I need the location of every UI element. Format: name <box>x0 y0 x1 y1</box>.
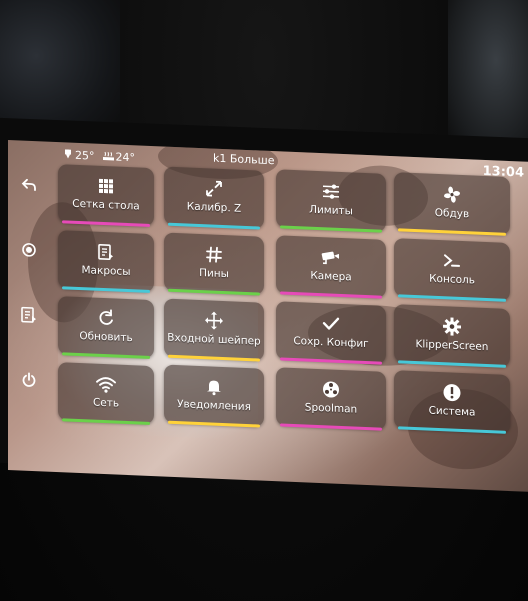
menu-tile-macro[interactable]: Макросы <box>58 230 154 293</box>
tile-label: Сохр. Конфиг <box>293 334 369 351</box>
tile-label: Макросы <box>81 264 131 279</box>
wifi-icon <box>95 373 117 396</box>
extruder-temp[interactable]: 25° <box>63 148 95 162</box>
menu-tile-refresh[interactable]: Обновить <box>58 296 154 359</box>
tile-label: Spoolman <box>304 401 358 416</box>
home-button[interactable] <box>18 240 40 263</box>
refresh-icon <box>97 307 115 330</box>
tile-label: Сеть <box>92 396 120 410</box>
tile-accent-bar <box>168 222 260 230</box>
bed-temp[interactable]: 24° <box>102 149 136 164</box>
menu-tile-hash[interactable]: Пины <box>164 232 264 296</box>
photo-scene: 25° 24° k1 Больше 13:04 Сетка стола Калиб… <box>0 0 528 601</box>
gear-icon <box>442 315 462 338</box>
tile-label: KlipperScreen <box>415 338 489 354</box>
tile-accent-bar <box>398 360 506 368</box>
grid-icon <box>97 175 115 198</box>
tile-label: Лимиты <box>309 203 353 218</box>
spool-icon <box>321 378 341 401</box>
menu-tile-camera[interactable]: Камера <box>276 235 386 299</box>
tile-label: Обновить <box>79 329 133 345</box>
sliders-icon <box>321 180 341 203</box>
z-calibrate-icon <box>204 177 224 200</box>
extruder-icon <box>65 149 71 159</box>
printer-title: k1 Больше <box>213 151 275 168</box>
heated-bed-icon <box>102 151 114 161</box>
tile-label: Обдув <box>434 206 470 221</box>
macro-shortcut-button[interactable] <box>18 305 40 328</box>
menu-tile-gear[interactable]: KlipperScreen <box>394 304 510 368</box>
back-button[interactable] <box>18 175 40 198</box>
console-icon <box>442 249 462 272</box>
menu-tile-wifi[interactable]: Сеть <box>58 362 154 425</box>
menu-tile-move[interactable]: Входной шейпер <box>164 298 264 362</box>
tile-accent-bar <box>280 291 382 299</box>
tile-label: Консоль <box>429 272 475 287</box>
tile-label: Калибр. Z <box>186 200 242 215</box>
tile-label: Система <box>428 404 476 419</box>
menu-tile-grid[interactable]: Сетка стола <box>58 164 154 227</box>
check-icon <box>321 312 341 335</box>
bell-icon <box>205 375 223 398</box>
tile-label: Пины <box>199 267 229 281</box>
sidebar <box>8 160 50 462</box>
klipperscreen-display: 25° 24° k1 Больше 13:04 Сетка стола Калиб… <box>8 140 528 492</box>
tile-label: Входной шейпер <box>167 331 261 348</box>
tile-accent-bar <box>280 423 382 431</box>
menu-tile-sliders[interactable]: Лимиты <box>276 169 386 233</box>
power-button[interactable] <box>18 370 40 393</box>
tile-accent-bar <box>280 357 382 365</box>
extruder-temp-value: 25° <box>75 148 95 163</box>
menu-tile-check[interactable]: Сохр. Конфиг <box>276 301 386 365</box>
info-icon <box>442 381 462 404</box>
power-icon <box>21 372 37 393</box>
menu-tile-z-calibrate[interactable]: Калибр. Z <box>164 166 264 230</box>
tile-label: Камера <box>310 269 352 284</box>
fan-icon <box>442 183 462 206</box>
background-wall <box>448 0 528 150</box>
back-icon <box>21 177 37 198</box>
hash-icon <box>205 243 223 266</box>
tile-label: Уведомления <box>177 398 251 414</box>
menu-tile-info[interactable]: Система <box>394 370 510 434</box>
menu-tile-spool[interactable]: Spoolman <box>276 367 386 431</box>
menu-tile-console[interactable]: Консоль <box>394 238 510 302</box>
home-icon <box>21 242 37 263</box>
tile-accent-bar <box>398 294 506 302</box>
macro-shortcut-icon <box>20 306 38 329</box>
bed-temp-value: 24° <box>115 150 136 164</box>
tile-accent-bar <box>398 228 506 236</box>
tile-label: Сетка стола <box>72 197 140 213</box>
menu-tile-fan[interactable]: Обдув <box>394 172 510 236</box>
menu-tile-bell[interactable]: Уведомления <box>164 364 264 428</box>
move-icon <box>204 309 224 332</box>
tile-accent-bar <box>280 225 382 233</box>
macro-icon <box>97 241 115 264</box>
camera-icon <box>320 246 342 269</box>
